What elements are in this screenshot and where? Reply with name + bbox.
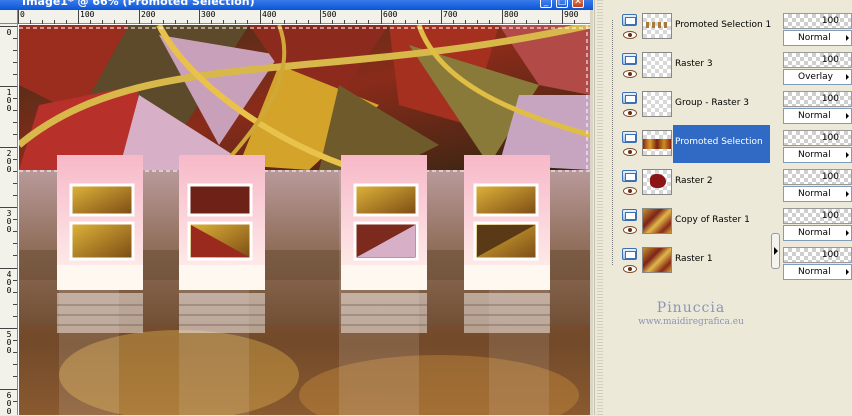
blend-mode-select[interactable]: Normal [783,264,852,280]
visibility-eye-icon[interactable] [623,226,637,234]
layer-properties-row: 100 Normal [781,12,852,50]
layer-row-raster-2[interactable]: Raster 2 [620,164,770,202]
vertical-ruler: 0 100 200 300 400 500 600 [0,24,18,416]
canvas-artwork [19,25,590,415]
ruler-label: 500 [322,10,337,19]
ruler-label: 500 [6,330,12,355]
image-window-titlebar[interactable]: Image1* @ 66% (Promoted Selection) _ □ ✕ [0,0,593,10]
blend-mode-select[interactable]: Normal [783,30,852,46]
ruler-label: 800 [504,10,519,19]
layer-thumbnail [642,247,672,273]
ruler-label: 100 [6,88,12,113]
raster-layer-icon[interactable] [622,14,637,26]
ruler-label: 100 [80,10,95,19]
layer-name: Raster 3 [675,59,713,69]
horizontal-ruler: 0 100 200 300 400 500 600 700 800 900 [18,10,590,24]
raster-layer-icon[interactable] [622,53,637,65]
layer-name: Raster 1 [675,254,713,264]
layer-properties-row: 100 Normal [781,207,852,245]
minimize-icon[interactable]: _ [540,0,552,8]
opacity-field[interactable]: 100 [783,169,852,185]
close-icon[interactable]: ✕ [572,0,584,8]
dropdown-arrow-icon [846,35,849,41]
expand-properties-arrow-icon[interactable] [771,233,780,269]
layer-row-promoted-selection[interactable]: Promoted Selection [620,125,770,163]
raster-layer-icon[interactable] [622,248,637,260]
blend-mode-select[interactable]: Normal [783,108,852,124]
opacity-field[interactable]: 100 [783,247,852,263]
layer-name: Promoted Selection 1 [675,20,772,30]
layer-name: Group - Raster 3 [675,98,749,108]
layer-tree-line [612,20,613,265]
ruler-label: 0 [6,28,12,37]
layer-row-group-raster-3[interactable]: Group - Raster 3 [620,86,770,124]
dropdown-arrow-icon [846,230,849,236]
blend-mode-select[interactable]: Normal [783,186,852,202]
blend-mode-select[interactable]: Normal [783,225,852,241]
layer-name: Raster 2 [675,176,713,186]
layer-thumbnail [642,13,672,39]
watermark-url: www.maidiregrafica.eu [638,317,744,327]
layer-name: Copy of Raster 1 [675,215,750,225]
visibility-eye-icon[interactable] [623,109,637,117]
raster-layer-icon[interactable] [622,209,637,221]
blend-mode-select[interactable]: Overlay [783,69,852,85]
ruler-label: 400 [6,270,12,295]
ruler-label: 900 [564,10,579,19]
raster-layer-icon[interactable] [622,131,637,143]
layer-properties-row: 100 Normal [781,168,852,206]
layer-properties-row: 100 Normal [781,129,852,167]
layer-thumbnail [642,52,672,78]
visibility-eye-icon[interactable] [623,70,637,78]
vertical-scrollbar[interactable] [590,10,593,415]
layer-thumbnail [642,208,672,234]
ruler-label: 0 [20,10,25,19]
layer-properties-row: 100 Normal [781,246,852,284]
opacity-field[interactable]: 100 [783,91,852,107]
watermark: Pinuccia www.maidiregrafica.eu [616,300,766,327]
layer-row-raster-3[interactable]: Raster 3 [620,47,770,85]
ruler-label: 400 [262,10,277,19]
ruler-label: 300 [6,209,12,234]
ruler-label: 300 [201,10,216,19]
layer-properties-row: 100 Overlay [781,51,852,89]
maximize-icon[interactable]: □ [556,0,568,8]
visibility-eye-icon[interactable] [623,187,637,195]
visibility-eye-icon[interactable] [623,148,637,156]
group-layer-icon[interactable] [622,92,637,104]
layer-thumbnail [642,91,672,117]
ruler-label: 700 [443,10,458,19]
dropdown-arrow-icon [846,152,849,158]
layer-row-promoted-selection-1[interactable]: Promoted Selection 1 [620,8,772,46]
layer-row-raster-1[interactable]: Raster 1 [620,242,770,280]
ruler-label: 200 [141,10,156,19]
watermark-name: Pinuccia [656,300,726,316]
dropdown-arrow-icon [846,113,849,119]
layer-properties-row: 100 Normal [781,90,852,128]
opacity-field[interactable]: 100 [783,208,852,224]
layer-thumbnail [642,130,672,156]
window-title: Image1* @ 66% (Promoted Selection) [22,0,255,8]
blend-mode-select[interactable]: Normal [783,147,852,163]
opacity-field[interactable]: 100 [783,130,852,146]
dropdown-arrow-icon [846,269,849,275]
layer-row-copy-of-raster-1[interactable]: Copy of Raster 1 [620,203,770,241]
opacity-field[interactable]: 100 [783,52,852,68]
image-canvas[interactable] [19,25,590,415]
visibility-eye-icon[interactable] [623,265,637,273]
visibility-eye-icon[interactable] [623,31,637,39]
layer-name: Promoted Selection [675,137,763,147]
ruler-corner [0,10,18,24]
dropdown-arrow-icon [846,74,849,80]
raster-layer-icon[interactable] [622,170,637,182]
dropdown-arrow-icon [846,191,849,197]
opacity-field[interactable]: 100 [783,13,852,29]
panel-splitter[interactable] [594,0,604,415]
ruler-label: 200 [6,149,12,174]
layer-thumbnail [642,169,672,195]
image-window: Image1* @ 66% (Promoted Selection) _ □ ✕… [0,0,593,416]
ruler-label: 600 [383,10,398,19]
ruler-label: 600 [6,391,12,416]
